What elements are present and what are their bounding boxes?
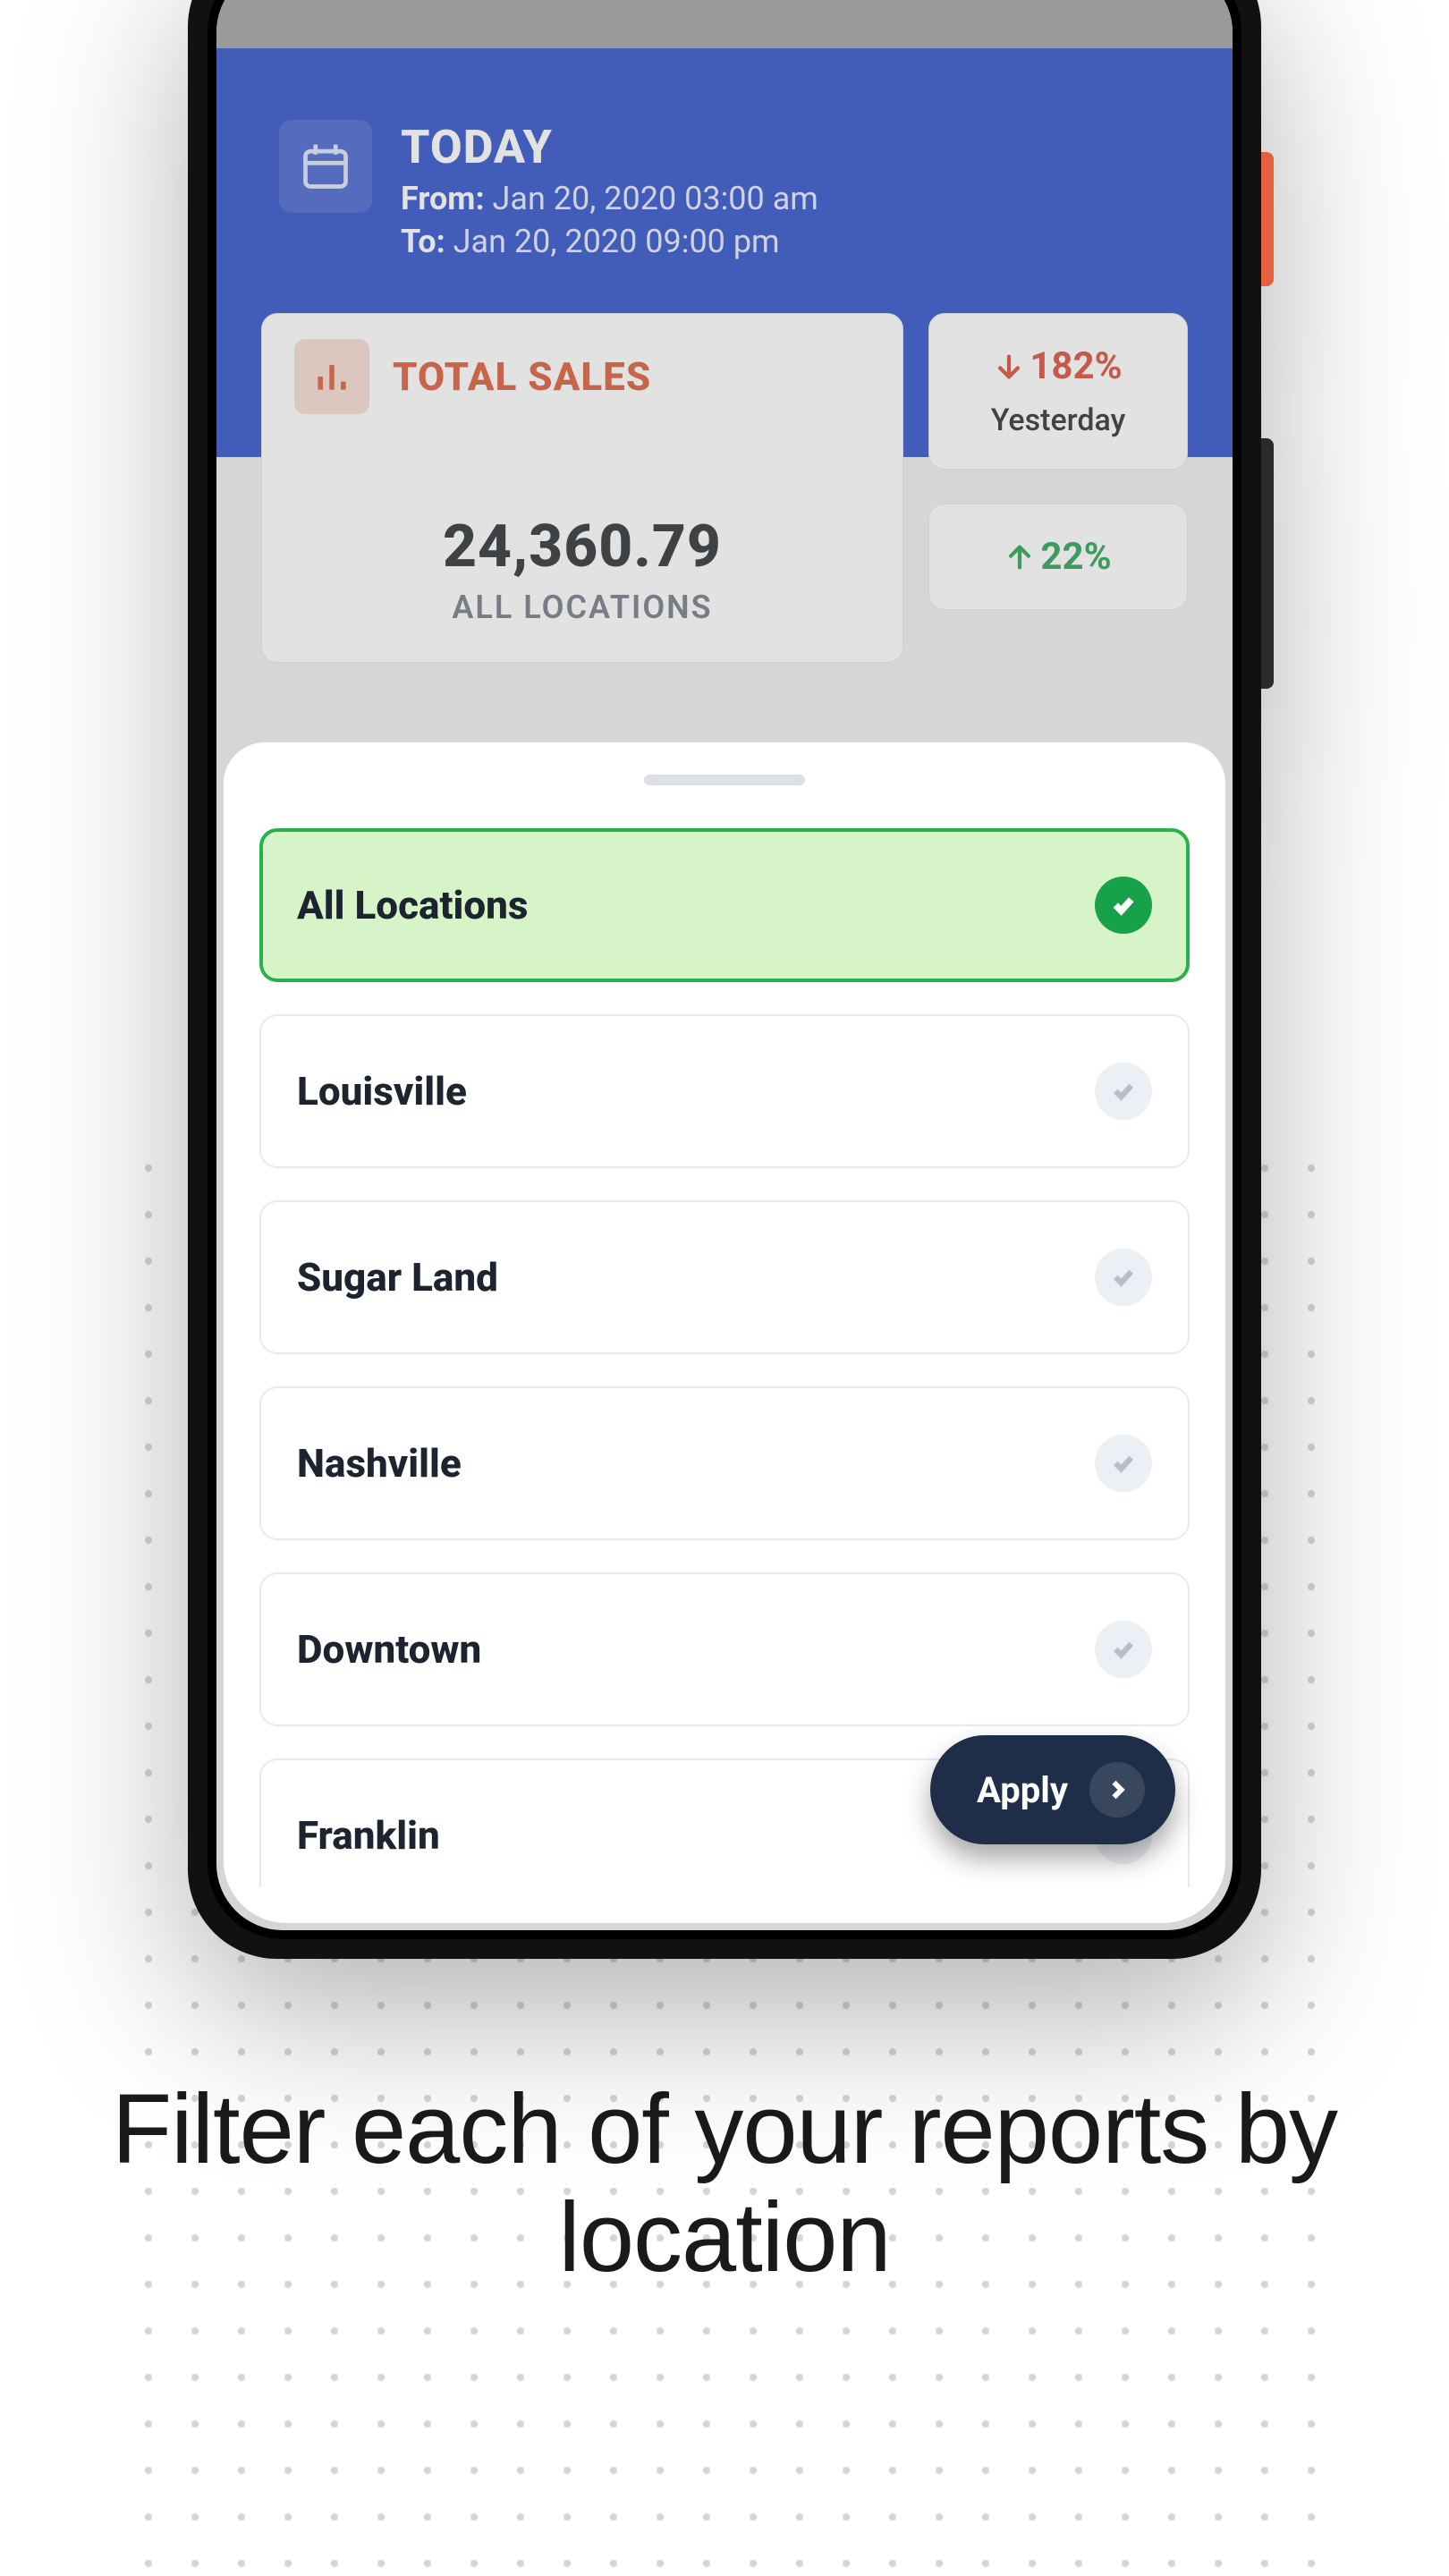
location-option[interactable]: All Locations — [259, 828, 1190, 982]
phone-power-button — [1261, 152, 1274, 286]
marketing-headline: Filter each of your reports by location — [0, 2075, 1449, 2292]
location-list: All Locations Louisville Sugar Land Nashvil… — [259, 828, 1190, 1887]
apply-button-label: Apply — [977, 1769, 1068, 1811]
phone-screen: TODAY From: Jan 20, 2020 03:00 am To: Ja… — [216, 0, 1233, 1930]
check-icon — [1095, 877, 1152, 934]
chevron-right-icon — [1089, 1762, 1145, 1818]
location-option-label: Downtown — [297, 1626, 481, 1673]
phone-volume-button — [1261, 438, 1274, 689]
check-icon — [1095, 1621, 1152, 1678]
location-option-label: Nashville — [297, 1440, 462, 1487]
check-icon — [1095, 1249, 1152, 1306]
check-icon — [1095, 1063, 1152, 1120]
location-option-label: Franklin — [297, 1812, 440, 1859]
location-option[interactable]: Sugar Land — [259, 1200, 1190, 1354]
location-option[interactable]: Downtown — [259, 1572, 1190, 1726]
check-icon — [1095, 1435, 1152, 1492]
apply-button[interactable]: Apply — [930, 1735, 1175, 1844]
location-option-label: Louisville — [297, 1068, 467, 1114]
location-option-label: All Locations — [297, 882, 528, 928]
location-filter-sheet: All Locations Louisville Sugar Land Nashvil… — [224, 742, 1225, 1923]
location-option-label: Sugar Land — [297, 1254, 498, 1301]
phone-device-frame: TODAY From: Jan 20, 2020 03:00 am To: Ja… — [188, 0, 1261, 1959]
location-option[interactable]: Nashville — [259, 1386, 1190, 1540]
location-option[interactable]: Louisville — [259, 1014, 1190, 1168]
sheet-drag-handle[interactable] — [644, 775, 805, 785]
